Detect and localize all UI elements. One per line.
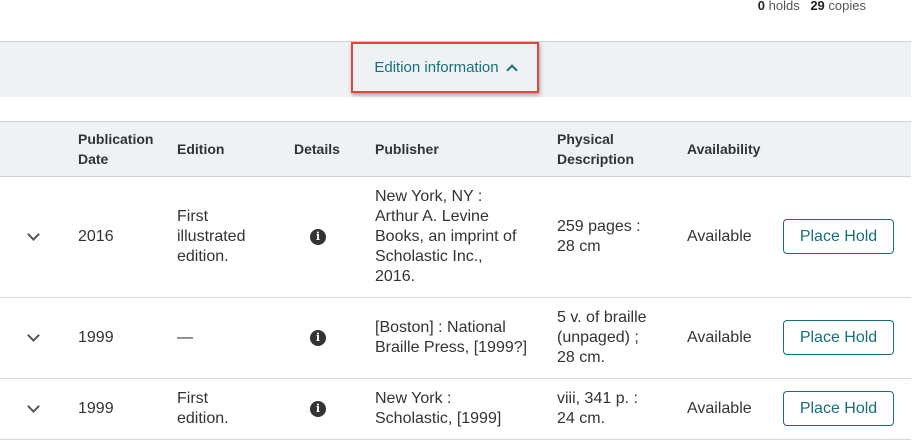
info-icon: i bbox=[310, 229, 326, 245]
copies-count: 29 bbox=[810, 0, 825, 13]
availability-status: Available bbox=[687, 228, 752, 245]
header-publisher: Publisher bbox=[375, 141, 439, 157]
holds-label: holds bbox=[768, 0, 800, 13]
table-row: 2016 First illustrated edition. i New Yo… bbox=[0, 177, 911, 298]
holds-count: 0 bbox=[757, 0, 765, 13]
header-edition: Edition bbox=[177, 141, 225, 157]
info-icon: i bbox=[310, 401, 326, 417]
expand-row-button[interactable] bbox=[24, 379, 42, 439]
chevron-down-icon bbox=[26, 399, 40, 413]
holds-copies-summary: 0 holds 29 copies bbox=[758, 0, 866, 13]
header-details: Details bbox=[294, 141, 340, 157]
header-availability: Availability bbox=[687, 141, 761, 157]
availability-status: Available bbox=[687, 329, 752, 346]
publisher: New York : Scholastic, [1999] bbox=[375, 390, 502, 427]
edition: — bbox=[177, 329, 193, 346]
chevron-down-icon bbox=[26, 328, 40, 342]
publication-date: 1999 bbox=[78, 329, 114, 346]
publication-date: 2016 bbox=[78, 228, 114, 245]
physical-description: 5 v. of braille (unpaged) ; 28 cm. bbox=[557, 309, 647, 366]
details-button[interactable]: i bbox=[294, 298, 342, 378]
place-hold-button[interactable]: Place Hold bbox=[783, 219, 894, 254]
header-physical-description: Physical Description bbox=[557, 131, 635, 167]
edition-information-label: Edition information bbox=[374, 59, 499, 76]
table-header: Publication Date Edition Details Publish… bbox=[0, 121, 911, 177]
publisher: [Boston] : National Braille Press, [1999… bbox=[375, 319, 528, 356]
details-button[interactable]: i bbox=[294, 177, 342, 297]
info-icon: i bbox=[310, 330, 326, 346]
table-row: 1999 First edition. i New York : Scholas… bbox=[0, 379, 911, 440]
edition: First illustrated edition. bbox=[177, 208, 246, 265]
publisher: New York, NY : Arthur A. Levine Books, a… bbox=[375, 188, 517, 285]
publication-date: 1999 bbox=[78, 400, 114, 417]
table-row: 1999 — i [Boston] : National Braille Pre… bbox=[0, 298, 911, 379]
chevron-down-icon bbox=[26, 227, 40, 241]
header-publication-date: Publication Date bbox=[78, 131, 154, 167]
edition-information-toggle[interactable]: Edition information bbox=[351, 42, 539, 93]
details-button[interactable]: i bbox=[294, 379, 342, 439]
expand-row-button[interactable] bbox=[24, 298, 42, 378]
editions-table: Publication Date Edition Details Publish… bbox=[0, 121, 911, 440]
physical-description: 259 pages : 28 cm bbox=[557, 218, 641, 255]
availability-status: Available bbox=[687, 400, 752, 417]
edition: First edition. bbox=[177, 390, 229, 427]
place-hold-button[interactable]: Place Hold bbox=[783, 320, 894, 355]
edition-information-bar: Edition information bbox=[0, 41, 911, 97]
place-hold-button[interactable]: Place Hold bbox=[783, 391, 894, 426]
chevron-up-icon bbox=[505, 64, 518, 76]
copies-label: copies bbox=[828, 0, 866, 13]
physical-description: viii, 341 p. : 24 cm. bbox=[557, 390, 638, 427]
expand-row-button[interactable] bbox=[24, 177, 42, 297]
